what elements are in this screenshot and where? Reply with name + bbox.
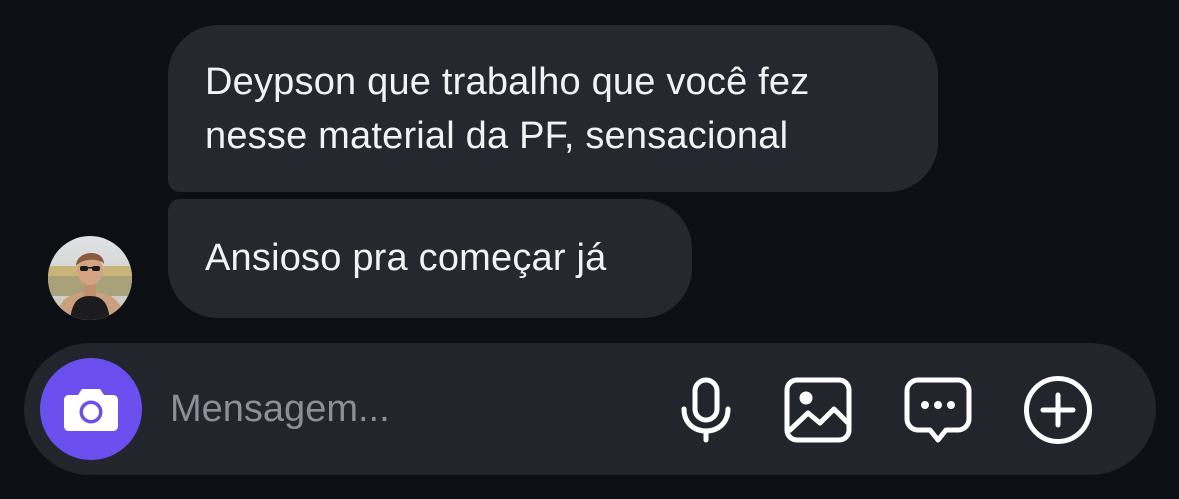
microphone-button[interactable]	[670, 374, 742, 446]
plus-circle-icon	[1023, 375, 1093, 445]
avatar[interactable]	[48, 236, 132, 320]
camera-icon	[63, 386, 119, 432]
message-line: Ansioso pra começar já	[205, 237, 607, 279]
message-composer	[24, 343, 1156, 475]
camera-button[interactable]	[40, 358, 142, 460]
message-line: nesse material da PF, sensacional	[205, 115, 789, 157]
message-bubble[interactable]: Ansioso pra começar já	[168, 199, 692, 318]
microphone-icon	[679, 377, 733, 443]
message-line: Deypson que trabalho que você fez	[205, 61, 810, 103]
gallery-button[interactable]	[782, 374, 854, 446]
avatar-photo	[48, 236, 132, 320]
message-bubble[interactable]: Deypson que trabalho que você fez nesse …	[168, 25, 938, 192]
gallery-icon	[784, 377, 852, 443]
sticker-button[interactable]	[902, 374, 974, 446]
add-button[interactable]	[1022, 374, 1094, 446]
chat-bubble-dots-icon	[904, 377, 972, 443]
message-input[interactable]	[170, 379, 650, 439]
